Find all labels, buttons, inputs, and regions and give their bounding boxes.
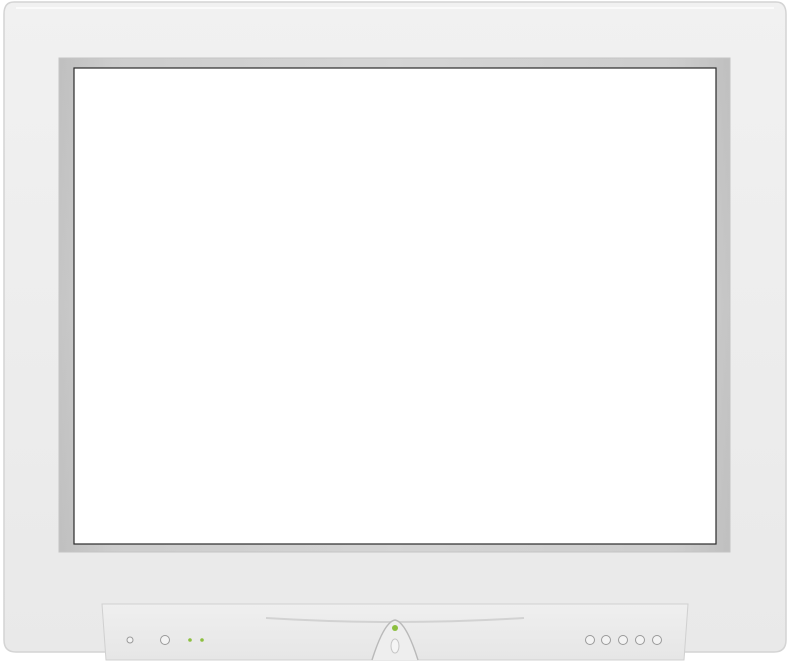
status-led-1 [188,638,192,642]
crt-monitor [0,0,790,662]
power-led [392,625,398,631]
status-led-2 [200,638,204,642]
control-button-4[interactable] [635,635,645,645]
control-button-5[interactable] [652,635,662,645]
control-button-3[interactable] [618,635,628,645]
control-button-2[interactable] [601,635,611,645]
left-button-2[interactable] [160,635,170,645]
monitor-screen [73,67,717,545]
control-button-1[interactable] [585,635,595,645]
monitor-graphic [3,1,787,661]
left-button-1[interactable] [126,636,134,644]
